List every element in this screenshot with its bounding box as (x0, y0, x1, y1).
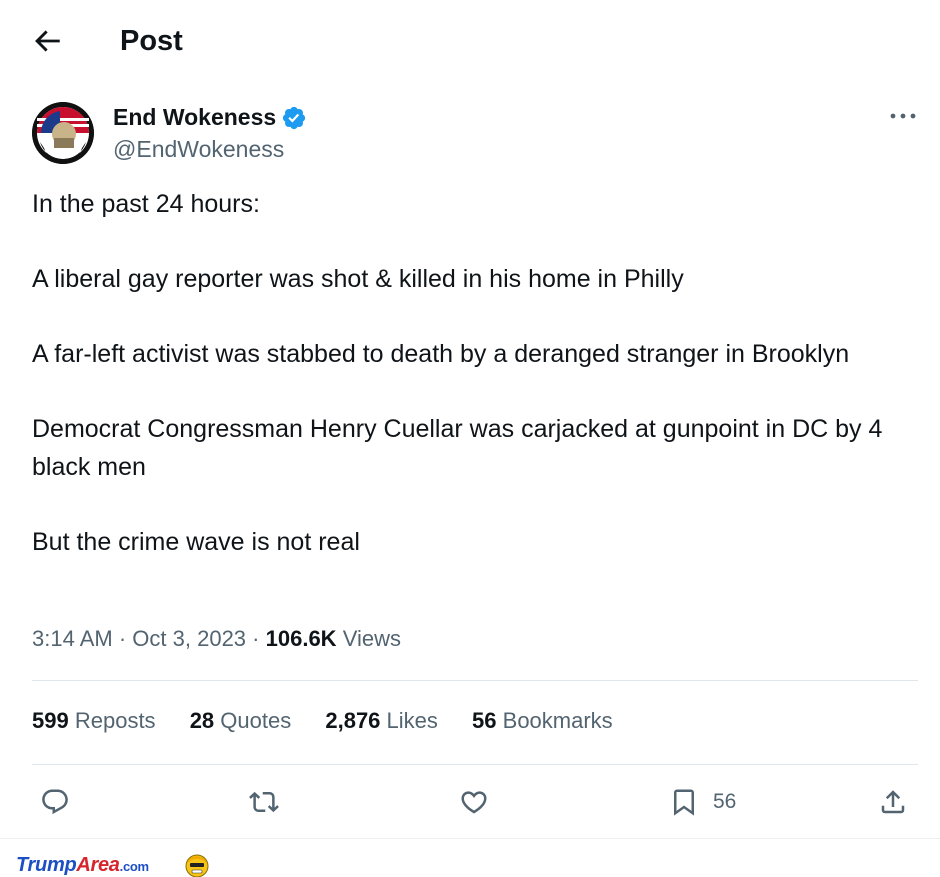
stat-count: 56 (472, 708, 497, 733)
bookmark-button[interactable]: 56 (669, 784, 736, 820)
stat-label: Likes (386, 708, 438, 733)
heart-icon (461, 791, 487, 814)
stat-label: Quotes (220, 708, 292, 733)
top-bar: Post (0, 0, 940, 82)
tweet-paragraph: But the crime wave is not real (32, 527, 360, 556)
tweet-paragraph: A far-left activist was stabbed to death… (32, 340, 850, 368)
stat-label: Bookmarks (502, 708, 613, 733)
stat-label: Reposts (74, 708, 156, 733)
watermark-part: Trump (16, 854, 77, 876)
tweet-text: In the past 24 hours: A liberal gay repo… (32, 186, 912, 561)
tweet-time[interactable]: 3:14 AM (32, 626, 113, 651)
divider (32, 764, 918, 765)
more-options-button[interactable] (886, 102, 920, 130)
avatar-image (32, 102, 94, 164)
share-icon (881, 790, 905, 814)
more-horizontal-icon (890, 113, 916, 119)
watermark-logo: TrumpArea.com (16, 854, 149, 877)
tweet-author: End Wokeness @EndWokeness (0, 96, 940, 170)
divider (32, 680, 918, 681)
engagement-stats: 599 Reposts 28 Quotes 2,876 Likes 56 Boo… (32, 706, 641, 736)
views-label: Views (342, 626, 401, 651)
like-button[interactable] (459, 784, 489, 820)
stat-count: 599 (32, 708, 69, 733)
back-button[interactable] (30, 24, 64, 58)
mascot-face-icon (185, 854, 209, 877)
share-button[interactable] (878, 784, 908, 820)
reposts-stat[interactable]: 599 Reposts (32, 706, 156, 736)
action-bar: 56 (0, 780, 940, 826)
stat-count: 28 (189, 708, 215, 733)
tweet-date[interactable]: Oct 3, 2023 (132, 626, 246, 651)
avatar[interactable] (32, 102, 94, 164)
separator-dot: · (252, 626, 260, 651)
reply-button[interactable] (40, 784, 70, 820)
verified-badge-icon (282, 106, 306, 130)
reply-icon (42, 789, 68, 815)
views-count: 106.6K (265, 626, 337, 651)
likes-stat[interactable]: 2,876 Likes (325, 706, 438, 736)
bookmarks-stat[interactable]: 56 Bookmarks (472, 706, 613, 736)
tweet-paragraph: In the past 24 hours: (32, 190, 260, 218)
bookmark-count: 56 (713, 790, 737, 813)
author-handle[interactable]: @EndWokeness (113, 136, 284, 162)
repost-button[interactable] (249, 784, 279, 820)
tweet-paragraph: A liberal gay reporter was shot & killed… (32, 265, 684, 293)
quotes-stat[interactable]: 28 Quotes (190, 706, 292, 736)
tweet-paragraph: Democrat Congressman Henry Cuellar was c… (32, 415, 883, 481)
bookmark-icon (674, 789, 694, 816)
repost-icon (249, 791, 279, 813)
watermark-footer: TrumpArea.com (0, 838, 940, 877)
watermark-part: .com (119, 859, 149, 874)
watermark-part: Area (76, 854, 120, 876)
page-title: Post (120, 25, 183, 57)
separator-dot: · (118, 626, 127, 651)
stat-count: 2,876 (325, 708, 381, 733)
arrow-left-icon (35, 30, 60, 52)
author-display-name[interactable]: End Wokeness (113, 104, 276, 130)
tweet-meta: 3:14 AM · Oct 3, 2023 · 106.6K Views (32, 624, 401, 654)
